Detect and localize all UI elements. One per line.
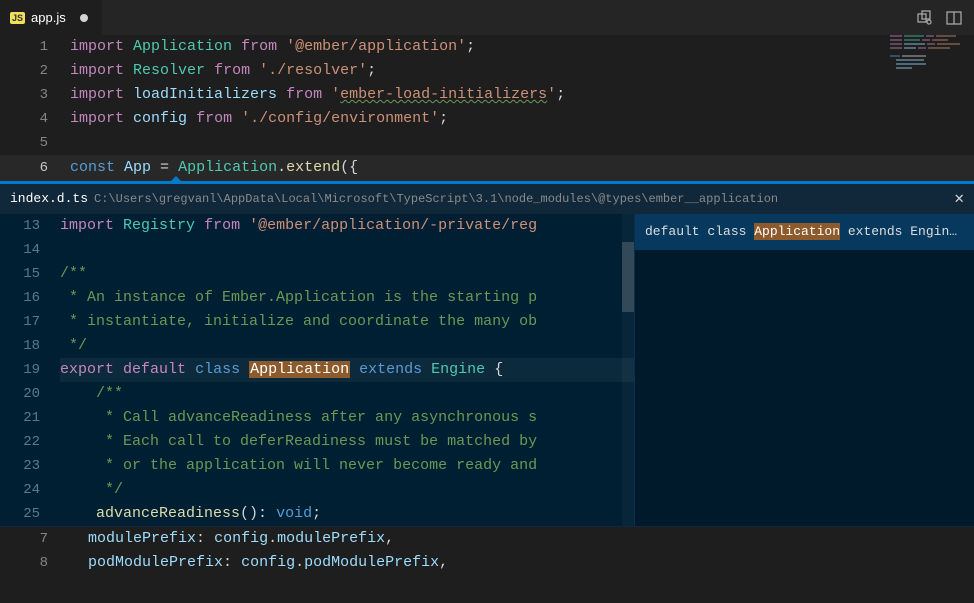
line-number: 20 [0, 382, 60, 406]
line-number: 22 [0, 430, 60, 454]
line-number: 19 [0, 358, 60, 382]
peek-view: index.d.ts C:\Users\gregvanl\AppData\Loc… [0, 181, 974, 527]
line-number: 24 [0, 478, 60, 502]
editor-tab[interactable]: JS app.js [0, 0, 102, 35]
line-number: 2 [0, 59, 70, 83]
split-editor-icon[interactable] [946, 10, 962, 26]
peek-editor[interactable]: 13 import Registry from '@ember/applicat… [0, 214, 634, 526]
line-number: 7 [0, 527, 70, 551]
unsaved-dot-icon [80, 14, 88, 22]
peek-header: index.d.ts C:\Users\gregvanl\AppData\Loc… [0, 184, 974, 214]
line-number: 25 [0, 502, 60, 526]
line-number: 21 [0, 406, 60, 430]
peek-filename[interactable]: index.d.ts [10, 187, 88, 211]
peek-scrollbar[interactable] [622, 214, 634, 526]
main-editor[interactable]: 1 import Application from '@ember/applic… [0, 35, 974, 575]
line-number: 4 [0, 107, 70, 131]
line-number: 8 [0, 551, 70, 575]
peek-result-item[interactable]: default class Application extends Engin… [635, 214, 974, 250]
line-number: 5 [0, 131, 70, 155]
js-file-icon: JS [10, 12, 25, 24]
line-number: 15 [0, 262, 60, 286]
line-number: 18 [0, 334, 60, 358]
peek-filepath: C:\Users\gregvanl\AppData\Local\Microsof… [94, 187, 778, 211]
line-number: 1 [0, 35, 70, 59]
line-number: 23 [0, 454, 60, 478]
line-number: 3 [0, 83, 70, 107]
line-number: 14 [0, 238, 60, 262]
tab-title: app.js [31, 10, 66, 25]
scroll-thumb[interactable] [622, 242, 634, 312]
peek-arrow-icon [168, 176, 184, 184]
close-icon[interactable]: ✕ [954, 187, 964, 211]
compare-icon[interactable] [916, 10, 932, 26]
line-number: 16 [0, 286, 60, 310]
tab-bar: JS app.js [0, 0, 974, 35]
line-number: 6 [0, 156, 70, 180]
line-number: 17 [0, 310, 60, 334]
peek-results-list: default class Application extends Engin… [634, 214, 974, 526]
line-number: 13 [0, 214, 60, 238]
editor-actions [916, 10, 974, 26]
